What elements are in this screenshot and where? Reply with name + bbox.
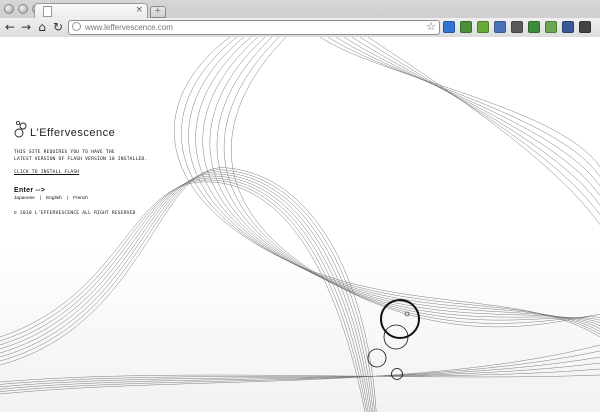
- home-icon[interactable]: ⌂: [35, 20, 49, 34]
- search-icon[interactable]: [528, 21, 540, 33]
- address-bar[interactable]: ☆: [68, 20, 440, 35]
- new-tab-button[interactable]: +: [150, 6, 166, 18]
- back-icon[interactable]: ←: [3, 20, 17, 34]
- minimize-window-button[interactable]: [18, 4, 28, 14]
- swirl-line: [343, 37, 600, 196]
- swirl-line: [181, 37, 600, 335]
- bookmark-star-icon[interactable]: ☆: [426, 20, 436, 34]
- bubbles-logo-icon: [14, 121, 27, 138]
- swirl-line: [335, 37, 600, 187]
- flash-notice-panel: L'Effervescence THIS SITE REQUIRES YOU T…: [14, 117, 174, 216]
- lang-french-link[interactable]: French: [73, 196, 88, 201]
- bubble-large: [380, 299, 420, 339]
- bubbles: [367, 299, 420, 380]
- install-flash-link[interactable]: CLICK TO INSTALL FLASH: [14, 170, 174, 175]
- brand-name: L'Effervescence: [30, 127, 116, 139]
- wrench-icon[interactable]: [579, 21, 591, 33]
- new-tab-icon: +: [154, 6, 162, 16]
- swirl-line: [223, 37, 600, 324]
- facebook-icon[interactable]: [562, 21, 574, 33]
- enter-label: Enter: [14, 187, 34, 194]
- swirl-line: [0, 344, 600, 395]
- notice-line-2: LATEST VERSION OF FLASH VERSION 10 INSTA…: [14, 157, 148, 162]
- translate-icon[interactable]: [460, 21, 472, 33]
- evernote-icon[interactable]: [477, 21, 489, 33]
- reload-icon[interactable]: ↻: [51, 20, 65, 34]
- page-icon: [43, 6, 52, 17]
- globe-icon: [72, 22, 81, 31]
- mail-icon[interactable]: [494, 21, 506, 33]
- swirl-line: [359, 37, 600, 216]
- flash-requirement-text: THIS SITE REQUIRES YOU TO HAVE THE LATES…: [14, 149, 174, 163]
- swirl-line: [0, 356, 600, 390]
- browser-tab[interactable]: ×: [34, 3, 148, 18]
- lang-japanese-link[interactable]: Japanese: [14, 196, 35, 201]
- swirl-line: [188, 37, 600, 332]
- swirl-line: [367, 37, 600, 225]
- swirl-line: [216, 37, 600, 321]
- swirl-artwork: [0, 37, 600, 412]
- browser-toolbar: ← → ⌂ ↻ ☆: [0, 18, 600, 38]
- close-window-button[interactable]: [4, 4, 14, 14]
- swirl-line: [231, 37, 600, 328]
- enter-link[interactable]: Enter -->: [14, 187, 174, 194]
- copyright-text: © 2010 L'EFFERVESCENCE ALL RIGHT RESERVE…: [14, 211, 136, 216]
- swirl-line: [0, 181, 366, 412]
- swirl-line: [195, 37, 600, 329]
- brand-logo: L'Effervescence: [14, 117, 174, 139]
- browser-chrome: × + ← → ⌂ ↻ ☆: [0, 0, 600, 38]
- language-selector: Japanese | English | French: [14, 196, 174, 201]
- page-viewport: L'Effervescence THIS SITE REQUIRES YOU T…: [0, 37, 600, 412]
- feed-icon[interactable]: [545, 21, 557, 33]
- swirl-line: [202, 37, 600, 327]
- lang-separator: |: [39, 196, 42, 201]
- lang-separator: |: [66, 196, 69, 201]
- lang-english-link[interactable]: English: [46, 196, 62, 201]
- swirl-line: [327, 37, 600, 177]
- delicious-icon[interactable]: [443, 21, 455, 33]
- bubble-small: [367, 348, 387, 368]
- camera-icon[interactable]: [511, 21, 523, 33]
- forward-icon[interactable]: →: [19, 20, 33, 34]
- tab-close-icon[interactable]: ×: [135, 5, 143, 16]
- enter-arrow-icon: -->: [35, 187, 46, 194]
- notice-line-1: THIS SITE REQUIRES YOU TO HAVE THE: [14, 150, 115, 155]
- bubble-tiny: [391, 368, 403, 380]
- url-input[interactable]: [85, 21, 410, 34]
